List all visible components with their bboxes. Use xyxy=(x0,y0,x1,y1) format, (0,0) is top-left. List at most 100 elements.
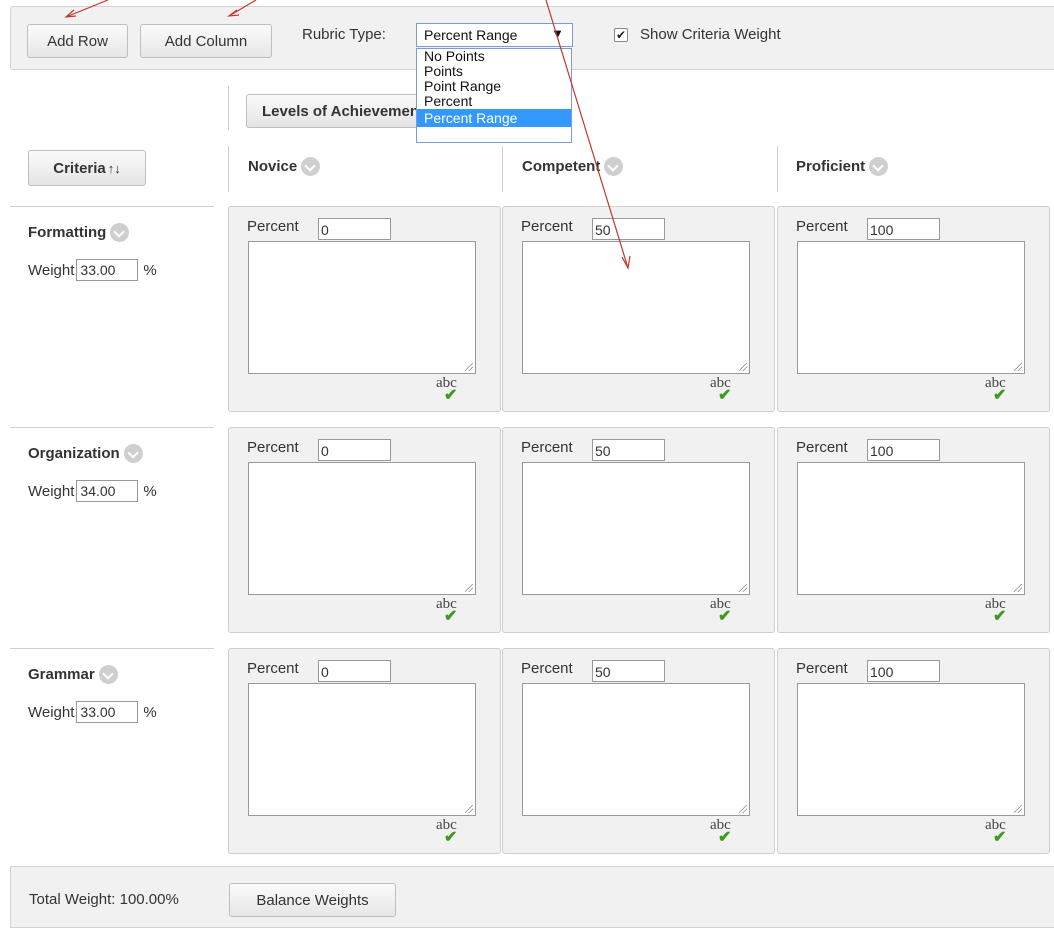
levels-of-achievement-button[interactable]: Levels of Achievement xyxy=(246,94,426,128)
chevron-down-icon[interactable] xyxy=(301,157,321,176)
row-divider xyxy=(10,648,214,649)
divider xyxy=(228,146,229,192)
spell-check-icon[interactable]: abc ✔ xyxy=(436,375,462,404)
level-header-competent: Competent xyxy=(522,157,624,176)
rubric-cell: Percent 100 abc ✔ xyxy=(777,648,1050,854)
rubric-type-select[interactable]: Percent Range ▼ xyxy=(416,23,573,47)
resize-handle-icon[interactable] xyxy=(739,805,747,813)
spell-check-icon[interactable]: abc ✔ xyxy=(436,596,462,625)
option-percent-range[interactable]: Percent Range xyxy=(417,109,571,127)
level-header-novice: Novice xyxy=(248,157,321,176)
add-row-button[interactable]: Add Row xyxy=(27,24,128,58)
weight-input[interactable]: 34.00 xyxy=(76,480,139,502)
criteria-name: Grammar xyxy=(28,666,95,683)
rubric-type-label: Rubric Type: xyxy=(302,26,386,43)
weight-row: Weight 33.00 % xyxy=(28,259,157,281)
spell-check-icon[interactable]: abc ✔ xyxy=(985,375,1011,404)
description-textarea[interactable] xyxy=(797,241,1025,374)
spell-check-icon[interactable]: abc ✔ xyxy=(436,817,462,846)
percent-input[interactable]: 0 xyxy=(318,439,391,461)
rubric-cell: Percent 50 abc ✔ xyxy=(502,206,775,412)
rubric-cell: Percent 0 abc ✔ xyxy=(228,206,501,412)
rubric-cell: Percent 0 abc ✔ xyxy=(228,648,501,854)
weight-input[interactable]: 33.00 xyxy=(76,701,139,723)
weight-unit: % xyxy=(143,482,157,500)
weight-row: Weight 33.00 % xyxy=(28,701,157,723)
description-textarea[interactable] xyxy=(797,462,1025,595)
description-textarea[interactable] xyxy=(522,683,750,816)
level-header-proficient: Proficient xyxy=(796,157,889,176)
percent-input[interactable]: 100 xyxy=(867,660,940,682)
rubric-cell: Percent 100 abc ✔ xyxy=(777,206,1050,412)
spell-check-icon[interactable]: abc ✔ xyxy=(710,817,736,846)
percent-input[interactable]: 0 xyxy=(318,660,391,682)
description-textarea[interactable] xyxy=(797,683,1025,816)
rubric-cell: Percent 0 abc ✔ xyxy=(228,427,501,633)
weight-label: Weight xyxy=(28,261,75,279)
percent-label: Percent xyxy=(796,218,848,235)
description-textarea[interactable] xyxy=(248,683,476,816)
option-percent[interactable]: Percent xyxy=(417,94,571,109)
show-criteria-weight-label: Show Criteria Weight xyxy=(640,26,781,43)
divider xyxy=(502,146,503,192)
percent-input[interactable]: 0 xyxy=(318,218,391,240)
percent-input[interactable]: 100 xyxy=(867,218,940,240)
option-no-points[interactable]: No Points xyxy=(417,49,571,64)
percent-input[interactable]: 50 xyxy=(592,218,665,240)
percent-label: Percent xyxy=(247,660,299,677)
criteria-sort-button[interactable]: Criteria ↑↓ xyxy=(28,150,146,186)
weight-row: Weight 34.00 % xyxy=(28,480,157,502)
percent-label: Percent xyxy=(247,218,299,235)
description-textarea[interactable] xyxy=(522,462,750,595)
resize-handle-icon[interactable] xyxy=(465,805,473,813)
total-weight-text: Total Weight: 100.00% xyxy=(29,891,179,908)
divider xyxy=(228,86,229,130)
chevron-down-icon[interactable] xyxy=(98,665,118,684)
weight-input[interactable]: 33.00 xyxy=(76,259,139,281)
row-divider xyxy=(10,206,214,207)
spell-check-icon[interactable]: abc ✔ xyxy=(710,596,736,625)
description-textarea[interactable] xyxy=(522,241,750,374)
level-name: Competent xyxy=(522,158,601,175)
resize-handle-icon[interactable] xyxy=(1014,584,1022,592)
weight-label: Weight xyxy=(28,703,75,721)
option-points[interactable]: Points xyxy=(417,64,571,79)
description-textarea[interactable] xyxy=(248,462,476,595)
weight-label: Weight xyxy=(28,482,75,500)
divider xyxy=(777,146,778,192)
level-name: Novice xyxy=(248,158,298,175)
percent-label: Percent xyxy=(796,439,848,456)
criteria-name: Organization xyxy=(28,445,120,462)
chevron-down-icon[interactable] xyxy=(110,223,130,242)
show-criteria-weight-checkbox[interactable]: ✔ xyxy=(614,28,628,42)
resize-handle-icon[interactable] xyxy=(739,363,747,371)
percent-label: Percent xyxy=(521,439,573,456)
spell-check-icon[interactable]: abc ✔ xyxy=(710,375,736,404)
percent-input[interactable]: 50 xyxy=(592,660,665,682)
percent-input[interactable]: 50 xyxy=(592,439,665,461)
resize-handle-icon[interactable] xyxy=(465,584,473,592)
percent-input[interactable]: 100 xyxy=(867,439,940,461)
description-textarea[interactable] xyxy=(248,241,476,374)
add-column-button[interactable]: Add Column xyxy=(140,24,272,58)
chevron-down-icon[interactable] xyxy=(604,157,624,176)
spell-check-icon[interactable]: abc ✔ xyxy=(985,817,1011,846)
dropdown-arrow-icon: ▼ xyxy=(551,26,564,41)
option-point-range[interactable]: Point Range xyxy=(417,79,571,94)
spell-check-icon[interactable]: abc ✔ xyxy=(985,596,1011,625)
resize-handle-icon[interactable] xyxy=(465,363,473,371)
chevron-down-icon[interactable] xyxy=(869,157,889,176)
percent-label: Percent xyxy=(247,439,299,456)
rubric-cell: Percent 50 abc ✔ xyxy=(502,427,775,633)
rubric-cell: Percent 50 abc ✔ xyxy=(502,648,775,854)
criteria-label: Criteria xyxy=(53,159,106,177)
chevron-down-icon[interactable] xyxy=(123,444,143,463)
balance-weights-button[interactable]: Balance Weights xyxy=(229,883,396,917)
resize-handle-icon[interactable] xyxy=(739,584,747,592)
level-name: Proficient xyxy=(796,158,866,175)
resize-handle-icon[interactable] xyxy=(1014,805,1022,813)
percent-label: Percent xyxy=(796,660,848,677)
resize-handle-icon[interactable] xyxy=(1014,363,1022,371)
criteria-row-organization: Organization xyxy=(28,444,143,463)
sort-icon: ↑↓ xyxy=(107,160,121,176)
